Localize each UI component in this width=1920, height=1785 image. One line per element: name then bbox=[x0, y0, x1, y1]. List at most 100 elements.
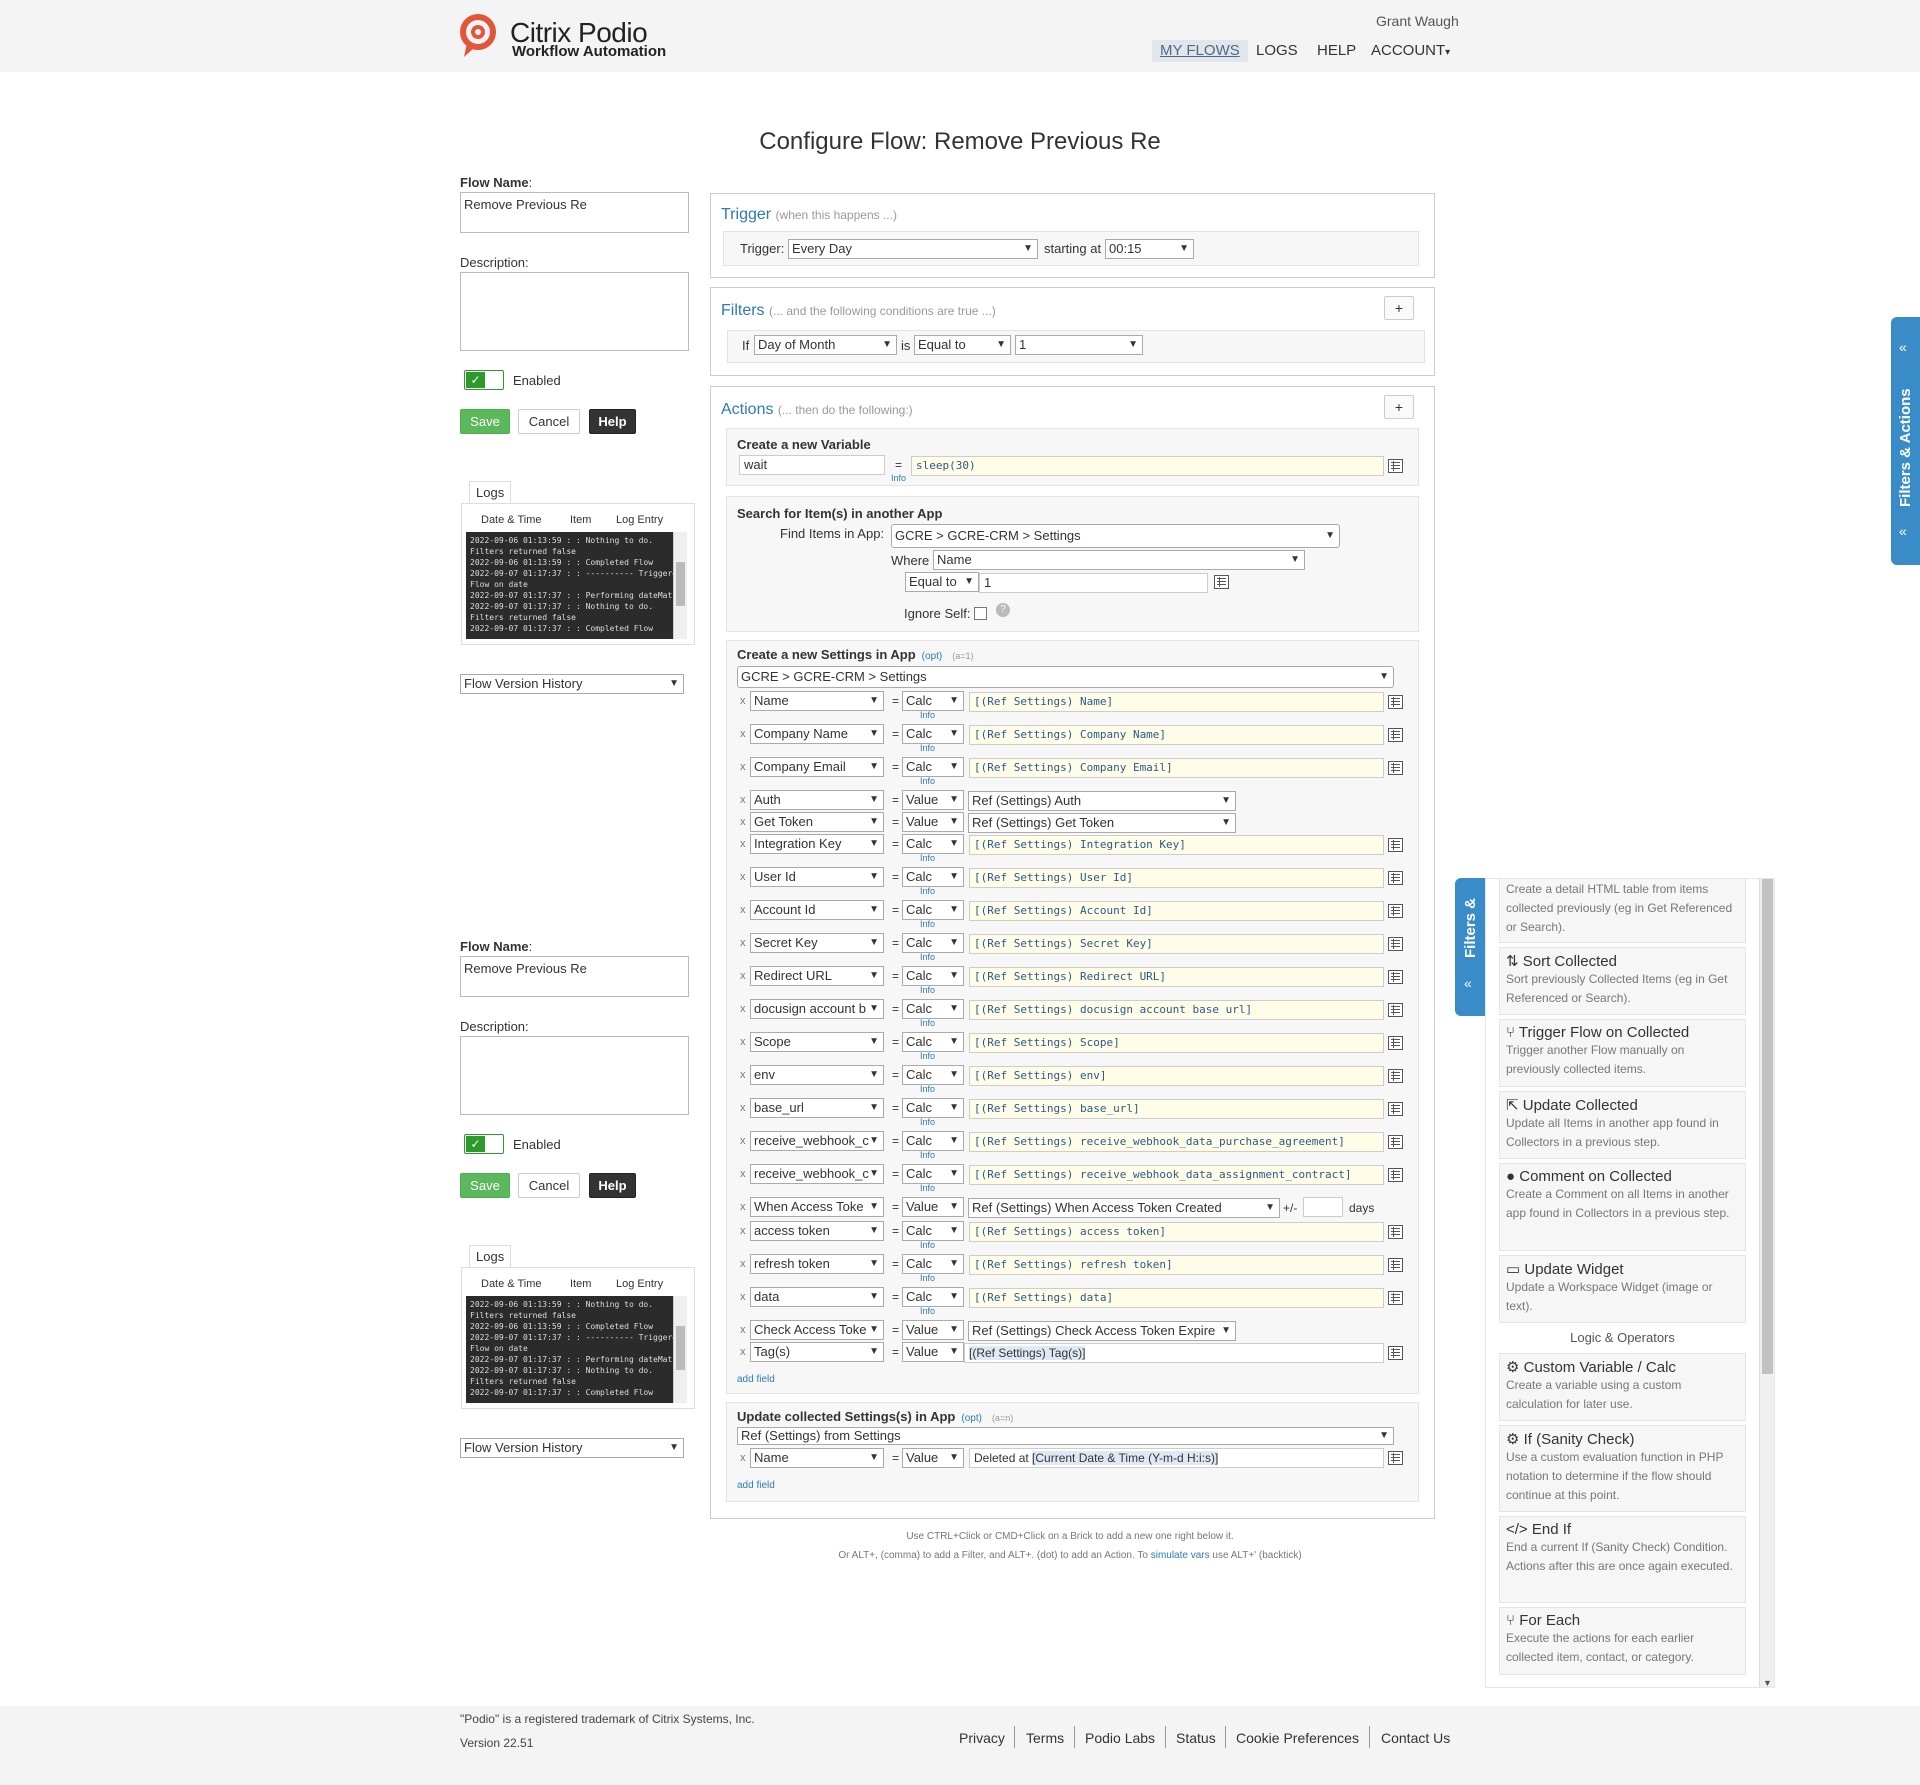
remove-field-icon[interactable]: x bbox=[740, 1003, 746, 1015]
variable-expression-input[interactable]: sleep(30) bbox=[911, 456, 1384, 476]
mode-select[interactable]: Calc ▼ bbox=[902, 999, 964, 1019]
search-app-select[interactable]: GCRE > GCRE-CRM > Settings ▼ bbox=[891, 524, 1340, 548]
info-link[interactable]: Info bbox=[920, 1183, 935, 1193]
remove-field-icon[interactable]: x bbox=[740, 1201, 746, 1213]
field-value-input[interactable]: [(Ref Settings) Scope] bbox=[969, 1033, 1384, 1053]
filter-field-select[interactable]: Day of Month ▼ bbox=[754, 335, 897, 355]
where-field-select[interactable]: Name ▼ bbox=[933, 550, 1305, 570]
field-value-input[interactable]: [(Ref Settings) Company Name] bbox=[969, 725, 1384, 745]
field-value-input[interactable]: [(Ref Settings) Tag(s)] bbox=[964, 1343, 1384, 1363]
update-app-select[interactable]: Ref (Settings) from Settings ▼ bbox=[737, 1427, 1394, 1445]
field-select[interactable]: receive_webhook_c ▼ bbox=[750, 1131, 884, 1151]
field-value-input[interactable]: [(Ref Settings) Redirect URL] bbox=[969, 967, 1384, 987]
log-scrollbar[interactable] bbox=[673, 532, 687, 639]
variable-name-input[interactable]: wait bbox=[739, 455, 885, 475]
info-link[interactable]: Info bbox=[920, 985, 935, 995]
mode-select[interactable]: Calc ▼ bbox=[902, 757, 964, 777]
field-value-input[interactable]: [(Ref Settings) Secret Key] bbox=[969, 934, 1384, 954]
offset-days-input[interactable] bbox=[1303, 1197, 1343, 1217]
action-card-if-sanity-check[interactable]: ⚙ If (Sanity Check) Use a custom evaluat… bbox=[1499, 1425, 1746, 1512]
field-value-input[interactable]: [(Ref Settings) data] bbox=[969, 1288, 1384, 1308]
info-link[interactable]: Info bbox=[920, 919, 935, 929]
field-value-input[interactable]: [(Ref Settings) Integration Key] bbox=[969, 835, 1384, 855]
mode-select[interactable]: Calc ▼ bbox=[902, 1131, 964, 1151]
mode-select[interactable]: Value ▼ bbox=[902, 1197, 964, 1217]
description-input[interactable] bbox=[460, 1036, 689, 1115]
remove-field-icon[interactable]: x bbox=[740, 1258, 746, 1270]
mode-select[interactable]: Calc ▼ bbox=[902, 691, 964, 711]
remove-field-icon[interactable]: x bbox=[740, 695, 746, 707]
drawer-scrollbar[interactable]: ▼ bbox=[1759, 879, 1774, 1687]
field-select[interactable]: base_url ▼ bbox=[750, 1098, 884, 1118]
update-mode-select[interactable]: Value ▼ bbox=[902, 1448, 964, 1468]
field-select[interactable]: Secret Key ▼ bbox=[750, 933, 884, 953]
update-value-input[interactable]: Deleted at [Current Date & Time (Y-m-d H… bbox=[969, 1448, 1384, 1468]
field-select[interactable]: refresh token ▼ bbox=[750, 1254, 884, 1274]
remove-field-icon[interactable]: x bbox=[740, 816, 746, 828]
add-action-button[interactable]: + bbox=[1384, 395, 1414, 419]
save-button[interactable]: Save bbox=[460, 1173, 510, 1198]
action-card-trigger-flow[interactable]: ⑂ Trigger Flow on Collected Trigger anot… bbox=[1499, 1019, 1746, 1087]
footer-link-contact-us[interactable]: Contact Us bbox=[1381, 1730, 1450, 1746]
calculator-icon[interactable] bbox=[1388, 1225, 1403, 1239]
field-select[interactable]: User Id ▼ bbox=[750, 867, 884, 887]
info-link[interactable]: Info bbox=[920, 743, 935, 753]
calculator-icon[interactable] bbox=[1388, 1451, 1403, 1465]
log-scrollbar[interactable] bbox=[673, 1296, 687, 1403]
field-value-select[interactable]: Ref (Settings) When Access Token Created… bbox=[968, 1198, 1280, 1218]
field-value-input[interactable]: [(Ref Settings) docusign account base ur… bbox=[969, 1000, 1384, 1020]
info-link[interactable]: Info bbox=[920, 952, 935, 962]
time-select[interactable]: 00:15 ▼ bbox=[1105, 239, 1194, 259]
info-link[interactable]: Info bbox=[920, 1273, 935, 1283]
field-select[interactable]: access token ▼ bbox=[750, 1221, 884, 1241]
info-link[interactable]: Info bbox=[920, 1051, 935, 1061]
field-value-input[interactable]: [(Ref Settings) base_url] bbox=[969, 1099, 1384, 1119]
calculator-icon[interactable] bbox=[1388, 695, 1403, 709]
remove-field-icon[interactable]: x bbox=[740, 1069, 746, 1081]
calculator-icon[interactable] bbox=[1388, 1003, 1403, 1017]
info-link[interactable]: Info bbox=[920, 886, 935, 896]
remove-field-icon[interactable]: x bbox=[740, 1452, 746, 1464]
filter-operator-select[interactable]: Equal to ▼ bbox=[914, 335, 1011, 355]
user-name[interactable]: Grant Waugh bbox=[1376, 13, 1459, 29]
info-link[interactable]: Info bbox=[920, 710, 935, 720]
nav-account[interactable]: ACCOUNT▾ bbox=[1371, 40, 1450, 62]
remove-field-icon[interactable]: x bbox=[740, 1324, 746, 1336]
field-select[interactable]: Redirect URL ▼ bbox=[750, 966, 884, 986]
info-link[interactable]: Info bbox=[920, 853, 935, 863]
remove-field-icon[interactable]: x bbox=[740, 1346, 746, 1358]
calculator-icon[interactable] bbox=[1388, 970, 1403, 984]
search-operator-select[interactable]: Equal to ▼ bbox=[905, 572, 979, 592]
footer-link-status[interactable]: Status bbox=[1176, 1730, 1216, 1746]
action-card-sort-collected[interactable]: ⇅ Sort Collected Sort previously Collect… bbox=[1499, 947, 1746, 1015]
field-select[interactable]: Check Access Toke ▼ bbox=[750, 1320, 884, 1340]
calculator-icon[interactable] bbox=[1388, 459, 1403, 473]
calculator-icon[interactable] bbox=[1388, 1168, 1403, 1182]
remove-field-icon[interactable]: x bbox=[740, 1168, 746, 1180]
action-card-for-each[interactable]: ⑂ For Each Execute the actions for each … bbox=[1499, 1607, 1746, 1675]
description-input[interactable] bbox=[460, 272, 689, 351]
nav-my-flows[interactable]: MY FLOWS bbox=[1152, 40, 1248, 62]
calculator-icon[interactable] bbox=[1388, 1258, 1403, 1272]
calculator-icon[interactable] bbox=[1388, 728, 1403, 742]
create-app-select[interactable]: GCRE > GCRE-CRM > Settings ▼ bbox=[737, 666, 1394, 688]
info-link[interactable]: Info bbox=[920, 1306, 935, 1316]
info-link[interactable]: Info bbox=[920, 1084, 935, 1094]
ignore-self-checkbox[interactable] bbox=[974, 607, 987, 620]
field-value-input[interactable]: [(Ref Settings) Company Email] bbox=[969, 758, 1384, 778]
cancel-button[interactable]: Cancel bbox=[518, 409, 580, 434]
field-select[interactable]: Integration Key ▼ bbox=[750, 834, 884, 854]
save-button[interactable]: Save bbox=[460, 409, 510, 434]
footer-link-cookie-preferences[interactable]: Cookie Preferences bbox=[1236, 1730, 1359, 1746]
field-select[interactable]: data ▼ bbox=[750, 1287, 884, 1307]
mode-select[interactable]: Calc ▼ bbox=[902, 724, 964, 744]
action-card-update-widget[interactable]: ▭ Update Widget Update a Workspace Widge… bbox=[1499, 1255, 1746, 1323]
remove-field-icon[interactable]: x bbox=[740, 970, 746, 982]
calculator-icon[interactable] bbox=[1388, 761, 1403, 775]
field-value-input[interactable]: [(Ref Settings) receive_webhook_data_pur… bbox=[969, 1132, 1384, 1152]
calculator-icon[interactable] bbox=[1388, 871, 1403, 885]
field-select[interactable]: docusign account b ▼ bbox=[750, 999, 884, 1019]
calculator-icon[interactable] bbox=[1388, 1346, 1403, 1360]
remove-field-icon[interactable]: x bbox=[740, 728, 746, 740]
footer-link-terms[interactable]: Terms bbox=[1026, 1730, 1064, 1746]
